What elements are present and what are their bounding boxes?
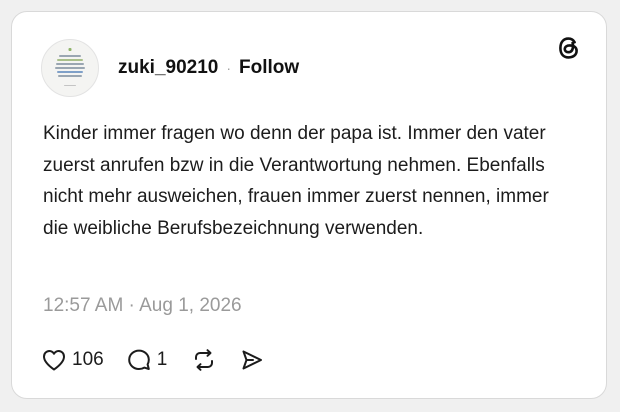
user-line: zuki_90210 · Follow <box>118 57 299 79</box>
avatar-line <box>59 55 81 57</box>
avatar[interactable] <box>41 39 99 97</box>
reply-count: 1 <box>156 349 168 370</box>
post-header: zuki_90210 · Follow <box>41 35 584 98</box>
heart-icon <box>43 350 65 371</box>
username[interactable]: zuki_90210 <box>118 57 218 79</box>
avatar-line <box>57 59 83 61</box>
reply-button[interactable]: 1 <box>126 348 168 372</box>
comment-bubble-icon <box>127 349 150 370</box>
action-bar: 106 1 <box>41 346 265 374</box>
share-button[interactable] <box>239 348 265 372</box>
avatar-line <box>58 75 82 77</box>
avatar-mark <box>68 48 72 51</box>
send-icon <box>242 350 263 370</box>
like-button[interactable]: 106 <box>41 348 104 372</box>
separator-dot: · <box>226 60 232 76</box>
follow-button[interactable]: Follow <box>239 57 299 79</box>
repost-icon <box>195 349 214 371</box>
avatar-line <box>57 71 83 73</box>
avatar-line <box>56 63 84 65</box>
threads-logo-icon[interactable] <box>556 35 582 61</box>
like-count: 106 <box>72 349 104 370</box>
avatar-line <box>55 67 85 69</box>
avatar-line <box>64 85 76 86</box>
post-text: Kinder immer fragen wo denn der papa ist… <box>43 123 549 239</box>
post-card: zuki_90210 · Follow Kinder immer fragen … <box>11 11 607 399</box>
repost-button[interactable] <box>191 348 217 372</box>
post-timestamp[interactable]: 12:57 AM · Aug 1, 2026 <box>43 295 242 317</box>
